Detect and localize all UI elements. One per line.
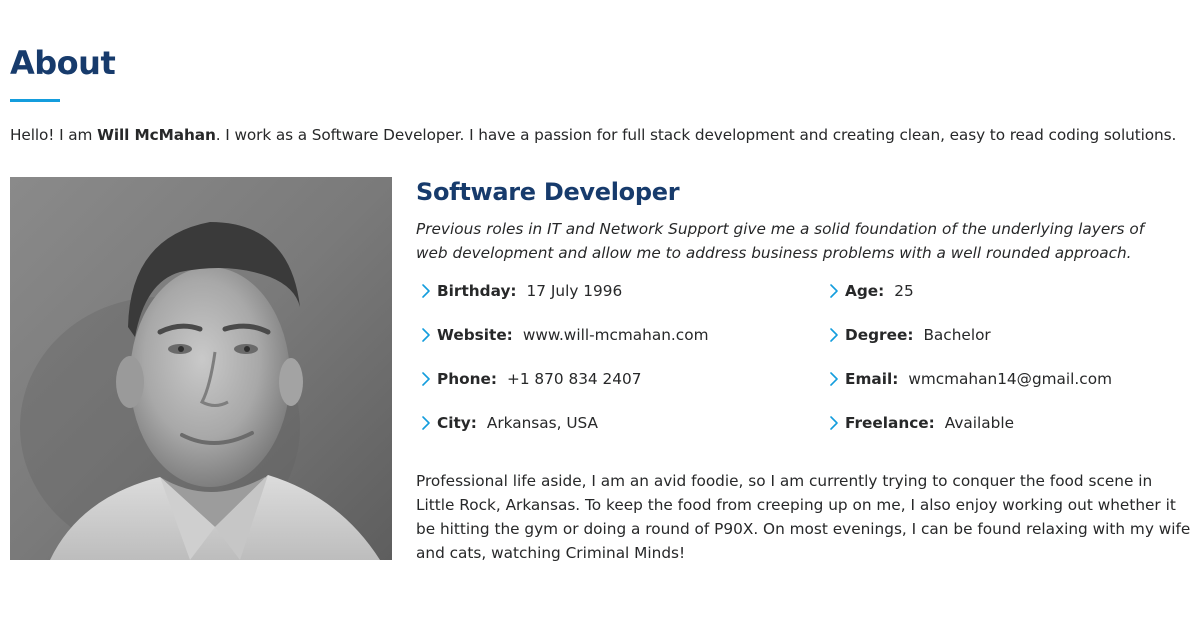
chevron-right-icon (422, 328, 430, 342)
chevron-right-icon (830, 328, 838, 342)
fact-birthday: Birthday: 17 July 1996 (416, 279, 622, 303)
fact-age: Age: 25 (824, 279, 914, 303)
fact-value: +1 870 834 2407 (507, 370, 642, 388)
fact-label: Website: (437, 326, 513, 344)
fact-label: Birthday: (437, 282, 517, 300)
fact-value: www.will-mcmahan.com (522, 326, 709, 344)
intro-text: Hello! I am Will McMahan. I work as a So… (10, 124, 1195, 146)
profile-photo (10, 177, 392, 560)
section-title: About (10, 44, 116, 82)
chevron-right-icon (830, 372, 838, 386)
chevron-right-icon (830, 284, 838, 298)
fact-website: Website: www.will-mcmahan.com (416, 323, 708, 347)
role-title: Software Developer (416, 178, 680, 206)
profile-photo-image (10, 177, 392, 560)
intro-name: Will McMahan (97, 126, 216, 144)
chevron-right-icon (422, 284, 430, 298)
fact-label: Email: (845, 370, 899, 388)
chevron-right-icon (830, 416, 838, 430)
fact-city: City: Arkansas, USA (416, 411, 598, 435)
fact-label: Age: (845, 282, 885, 300)
intro-suffix: . I work as a Software Developer. I have… (215, 126, 1177, 144)
fact-value: 17 July 1996 (526, 282, 623, 300)
fact-email: Email: wmcmahan14@gmail.com (824, 367, 1112, 391)
fact-value: Available (944, 414, 1015, 432)
fact-value: wmcmahan14@gmail.com (908, 370, 1112, 388)
chevron-right-icon (422, 416, 430, 430)
about-content: Software Developer Previous roles in IT … (416, 174, 1194, 565)
fact-label: Degree: (845, 326, 914, 344)
fact-value: 25 (894, 282, 914, 300)
role-description: Previous roles in IT and Network Support… (416, 220, 1145, 262)
fact-phone: Phone: +1 870 834 2407 (416, 367, 641, 391)
facts-list: Birthday: 17 July 1996 Website: www.will… (416, 279, 1194, 455)
intro-prefix: Hello! I am (10, 126, 98, 144)
fact-label: Phone: (437, 370, 497, 388)
fact-label: Freelance: (845, 414, 935, 432)
fact-value: Arkansas, USA (486, 414, 598, 432)
fact-label: City: (437, 414, 477, 432)
bio-text: Professional life aside, I am an avid fo… (416, 472, 1191, 562)
fact-value: Bachelor (923, 326, 991, 344)
fact-degree: Degree: Bachelor (824, 323, 991, 347)
title-underline (10, 99, 60, 102)
fact-freelance: Freelance: Available (824, 411, 1014, 435)
chevron-right-icon (422, 372, 430, 386)
